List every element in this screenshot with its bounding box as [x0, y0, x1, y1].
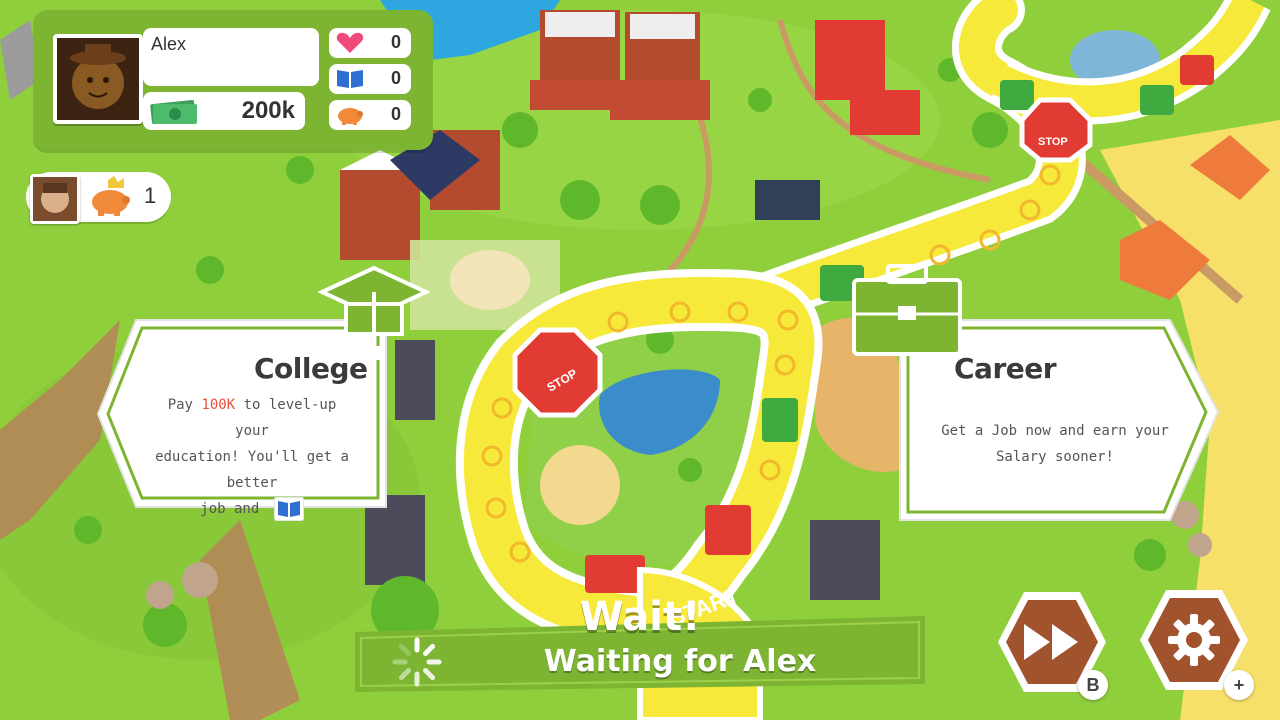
cash-icon — [150, 99, 197, 125]
opponent-avatar — [30, 174, 80, 224]
hearts-stat: 0 — [329, 28, 411, 58]
college-cost: 100K — [201, 397, 236, 413]
opponent-pig-count: 1 — [144, 183, 157, 208]
wait-subtitle: Waiting for Alex — [543, 644, 817, 679]
career-title: Career — [954, 352, 1057, 385]
player-card: Alex 200k 0 0 0 — [33, 10, 433, 150]
career-choice-card[interactable]: Career Get a Job now and earn your Salar… — [850, 262, 1220, 524]
player-avatar[interactable] — [53, 34, 143, 124]
fast-forward-button[interactable]: B — [996, 590, 1108, 700]
graduation-cap-icon — [318, 265, 430, 360]
settings-button[interactable]: + — [1138, 588, 1254, 700]
player-name: Alex — [151, 34, 187, 54]
college-title: College — [254, 352, 368, 385]
settings-hint-badge: + — [1224, 670, 1254, 700]
svg-text:STOP: STOP — [1038, 136, 1068, 148]
books-stat: 0 — [329, 64, 411, 94]
college-choice-card[interactable]: College Pay 100K to level-up your educat… — [96, 262, 430, 522]
piggy-bank-icon — [338, 108, 363, 125]
college-description: Pay 100K to level-up your education! You… — [152, 392, 352, 522]
career-desc-line2: Salary sooner! — [995, 449, 1114, 465]
money-value: 200k — [241, 97, 295, 124]
heart-icon — [336, 32, 364, 53]
fast-forward-icon — [1024, 624, 1078, 660]
briefcase-icon — [852, 264, 962, 356]
fast-forward-hint-badge: B — [1078, 670, 1108, 700]
college-desc-line1: to level-up your — [235, 397, 337, 439]
pigs-value: 0 — [390, 104, 401, 124]
opponent-face-icon — [33, 177, 77, 221]
book-icon — [337, 70, 363, 88]
career-desc-line1: Get a Job now and earn your — [941, 423, 1169, 439]
opponent-summary[interactable]: 1 — [26, 172, 171, 224]
pigs-stat: 0 — [329, 100, 411, 130]
college-desc-pre: Pay — [167, 397, 202, 413]
career-description: Get a Job now and earn your Salary soone… — [930, 418, 1180, 470]
college-desc-line3: job and — [200, 501, 260, 517]
gear-icon — [1168, 614, 1220, 666]
player-name-box: Alex — [143, 28, 319, 86]
books-value: 0 — [390, 68, 401, 88]
education-book-icon — [273, 496, 305, 522]
money-display: 200k — [143, 92, 305, 130]
wait-title: Wait! — [579, 594, 701, 640]
crowned-piggy-bank-icon — [92, 176, 130, 216]
hearts-value: 0 — [390, 32, 401, 52]
college-desc-line2: education! You'll get a better — [155, 449, 349, 491]
waiting-banner: Wait! Waiting for Alex — [355, 588, 925, 704]
scarecrow-avatar-icon — [57, 38, 139, 120]
